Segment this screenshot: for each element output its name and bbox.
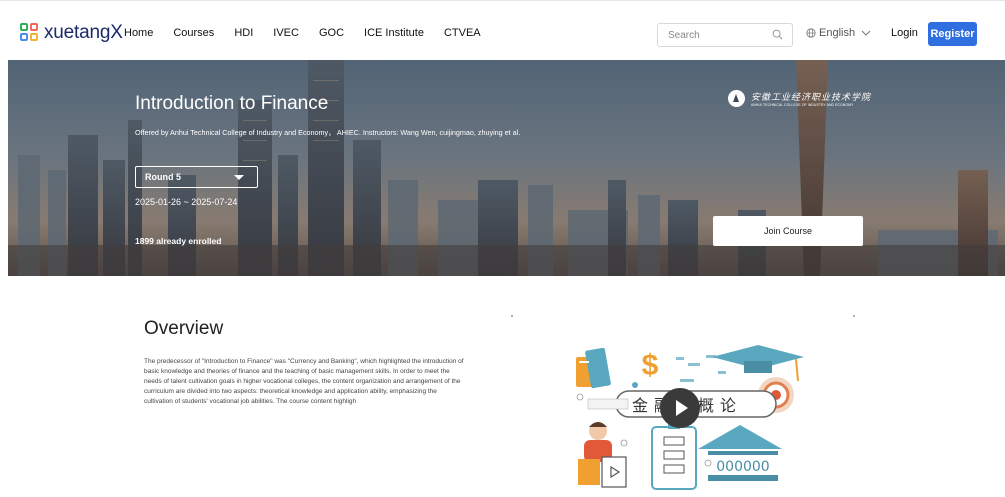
chevron-down-icon xyxy=(861,30,871,36)
course-dates: 2025-01-26 ~ 2025-07-24 xyxy=(135,197,238,207)
join-course-button[interactable]: Join Course xyxy=(713,216,863,246)
enrolled-count: 1899 already enrolled xyxy=(135,236,222,246)
site-header: xuetangX Home Courses HDI IVEC GOC ICE I… xyxy=(0,8,1005,60)
logo-text: xuetangX xyxy=(44,22,123,43)
overview-title: Overview xyxy=(144,318,224,339)
logo-grid-icon xyxy=(20,23,40,43)
decorative-dot xyxy=(511,315,513,317)
nav-home[interactable]: Home xyxy=(124,27,153,39)
school-logo: 安徽工业经济职业技术学院 ANHUI TECHNICAL COLLEGE OF … xyxy=(728,90,871,107)
svg-text:000000: 000000 xyxy=(716,459,769,475)
clipboard-icon xyxy=(651,423,697,490)
course-hero-banner: Introduction to Finance Offered by Anhui… xyxy=(8,60,1005,276)
svg-text:$: $ xyxy=(642,349,659,382)
round-select[interactable]: Round 5 xyxy=(135,166,258,188)
main-nav: Home Courses HDI IVEC GOC ICE Institute … xyxy=(124,27,501,39)
search-input[interactable] xyxy=(658,24,758,46)
nav-courses[interactable]: Courses xyxy=(173,27,214,39)
school-emblem-icon xyxy=(728,90,745,107)
svg-text:金: 金 xyxy=(632,396,648,415)
top-divider xyxy=(0,0,1005,1)
site-logo[interactable]: xuetangX xyxy=(20,22,123,44)
language-selector[interactable]: English xyxy=(806,27,875,39)
nav-ivec[interactable]: IVEC xyxy=(273,27,299,39)
overview-text: The predecessor of "Introduction to Fina… xyxy=(144,358,464,406)
nav-goc[interactable]: GOC xyxy=(319,27,344,39)
svg-text:概: 概 xyxy=(698,396,714,415)
books-icon xyxy=(576,347,611,389)
register-button[interactable]: Register xyxy=(928,22,977,46)
search-icon[interactable] xyxy=(772,29,783,40)
school-name-cn: 安徽工业经济职业技术学院 xyxy=(751,93,872,103)
nav-ice-institute[interactable]: ICE Institute xyxy=(364,27,424,39)
graduation-cap-icon xyxy=(712,345,804,382)
round-label: Round 5 xyxy=(145,172,181,182)
student-icon xyxy=(578,422,627,488)
decorative-dot xyxy=(853,315,855,317)
svg-text:论: 论 xyxy=(720,396,736,415)
bank-icon: 000000 xyxy=(698,425,782,481)
dollar-sign-icon: $ xyxy=(632,345,668,388)
school-name-en: ANHUI TECHNICAL COLLEGE OF INDUSTRY AND … xyxy=(751,103,854,107)
course-title: Introduction to Finance xyxy=(135,93,329,114)
caret-down-icon xyxy=(234,175,244,180)
search-box xyxy=(657,23,793,47)
login-link[interactable]: Login xyxy=(891,27,918,39)
nav-ctvea[interactable]: CTVEA xyxy=(444,27,481,39)
play-video-button[interactable] xyxy=(660,388,700,428)
course-instructors: Offered by Anhui Technical College of In… xyxy=(135,128,521,137)
language-label: English xyxy=(819,27,856,39)
nav-hdi[interactable]: HDI xyxy=(234,27,253,39)
globe-icon xyxy=(806,28,816,38)
